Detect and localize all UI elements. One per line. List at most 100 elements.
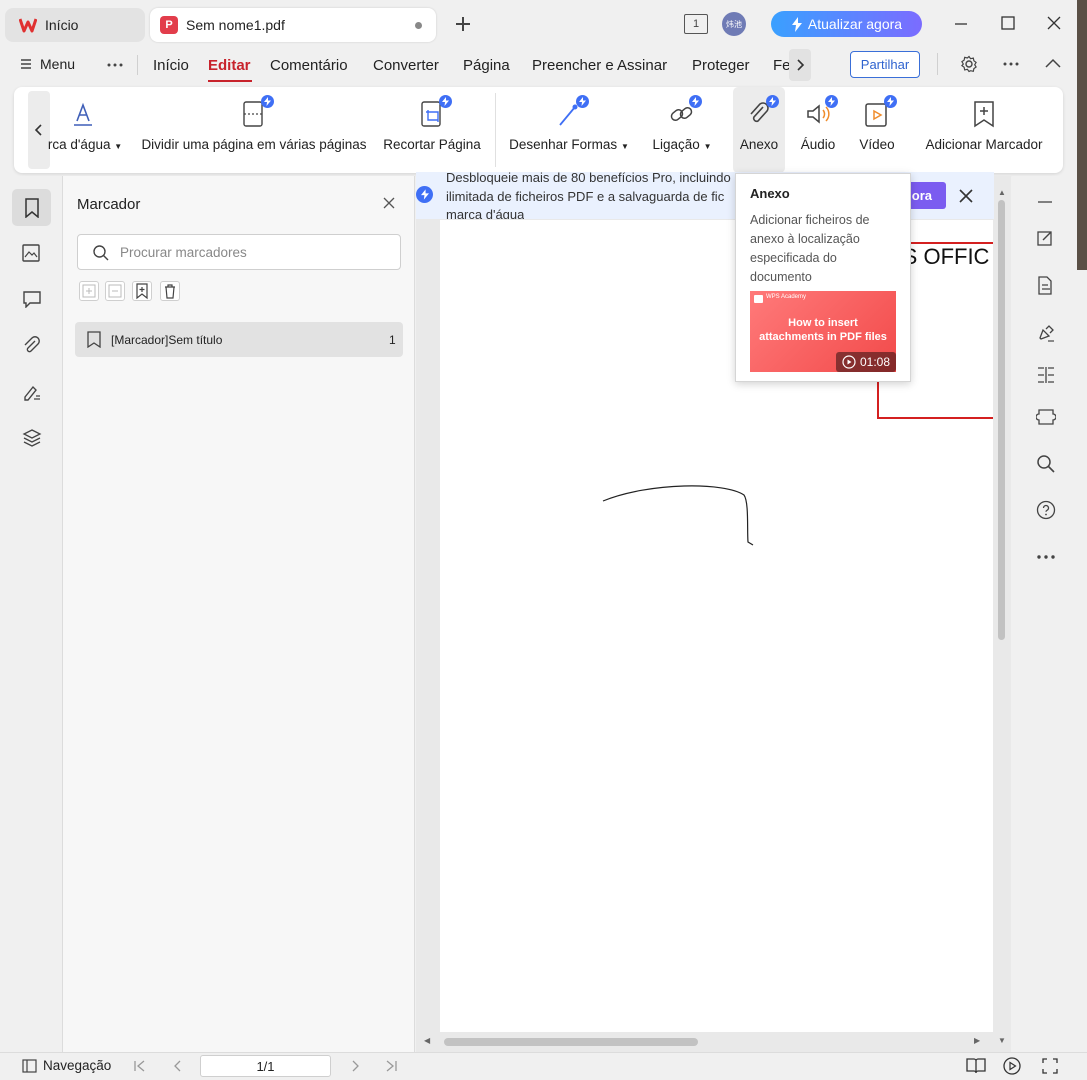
ribbon-watermark-button[interactable]: rca d'água ▼ (32, 87, 124, 173)
vertical-scrollbar[interactable]: ▲ ▼ (995, 188, 1009, 1048)
ribbon-video-button[interactable]: Vídeo (852, 87, 902, 173)
bookmarks-panel-button[interactable] (12, 189, 51, 226)
scroll-up-icon[interactable]: ▲ (998, 188, 1006, 197)
bookmark-panel (63, 176, 415, 1052)
bookmark-item-label: [Marcador]Sem título (111, 333, 223, 347)
horizontal-scrollbar[interactable]: ◀ ▶ (424, 1035, 992, 1049)
tooltip-title: Anexo (750, 186, 790, 201)
tab-document[interactable]: P Sem nome1.pdf (150, 8, 436, 42)
page-number-input[interactable]: 1/1 (200, 1055, 331, 1077)
scroll-down-icon[interactable]: ▼ (998, 1036, 1006, 1045)
scan-icon[interactable] (1036, 407, 1056, 427)
tab-ferramentas[interactable]: Fe (773, 57, 791, 74)
ribbon-toolbar: rca d'água ▼ Dividir uma página em vária… (14, 87, 1063, 173)
more-menu-icon[interactable] (106, 62, 124, 68)
close-panel-icon[interactable] (383, 197, 395, 209)
pro-badge-icon (689, 95, 702, 108)
banner-upgrade-label: ora (911, 188, 932, 203)
minimize-icon[interactable] (953, 16, 969, 32)
active-tab-indicator (208, 80, 252, 82)
horizontal-scroll-thumb[interactable] (444, 1038, 698, 1046)
collapse-ribbon-icon[interactable] (1044, 57, 1062, 69)
next-page-icon[interactable] (348, 1059, 362, 1073)
ribbon-audio-button[interactable]: Áudio (794, 87, 842, 173)
ribbon-draw-shapes-button[interactable]: Desenhar Formas ▼ (504, 87, 634, 173)
tab-home[interactable]: Início (5, 8, 145, 42)
tab-home-label: Início (45, 17, 79, 33)
tab-editar[interactable]: Editar (208, 57, 251, 74)
first-page-icon[interactable] (133, 1059, 147, 1073)
delete-bookmark-icon[interactable] (160, 281, 180, 301)
close-banner-icon[interactable] (959, 189, 973, 203)
video-icon (863, 95, 897, 129)
previous-page-icon[interactable] (171, 1059, 185, 1073)
search-icon[interactable] (1036, 454, 1056, 474)
more-options-icon[interactable] (1002, 61, 1020, 67)
collapse-all-icon[interactable] (105, 281, 125, 301)
hamburger-icon (20, 58, 32, 70)
expand-all-icon[interactable] (79, 281, 99, 301)
pro-badge-icon (261, 95, 274, 108)
ribbon-link-button[interactable]: Ligação ▼ (646, 87, 718, 173)
collapse-right-panel-icon[interactable] (1037, 194, 1053, 210)
search-icon (92, 244, 110, 262)
more-tools-icon[interactable] (1036, 554, 1056, 560)
tab-pagina[interactable]: Página (463, 57, 510, 74)
tab-proteger[interactable]: Proteger (692, 57, 750, 74)
ribbon-crop-page-button[interactable]: Recortar Página (380, 87, 484, 173)
bookmark-item[interactable]: [Marcador]Sem título 1 (75, 322, 403, 357)
window-count-icon[interactable]: 1 (684, 14, 708, 34)
right-tool-bar (1012, 176, 1087, 1052)
unsaved-dot-icon[interactable] (415, 22, 422, 29)
audio-icon (804, 95, 838, 129)
wps-logo-icon (19, 17, 37, 33)
pro-badge-icon (416, 186, 433, 203)
new-tab-icon[interactable] (453, 14, 473, 34)
reading-mode-icon[interactable] (966, 1057, 986, 1074)
navigation-button[interactable]: Navegação (22, 1058, 111, 1073)
menu-label: Menu (40, 56, 76, 72)
tab-inicio[interactable]: Início (153, 57, 189, 74)
thumbnails-icon[interactable] (22, 244, 40, 262)
tab-comentario[interactable]: Comentário (270, 57, 348, 74)
menu-button[interactable]: Menu (20, 56, 75, 72)
help-icon[interactable] (1036, 500, 1056, 520)
play-slideshow-icon[interactable] (1003, 1057, 1021, 1075)
avatar[interactable]: 炜池 (722, 12, 746, 36)
fullscreen-icon[interactable] (1042, 1058, 1058, 1074)
ribbon-audio-label: Áudio (800, 137, 836, 152)
close-window-icon[interactable] (1046, 15, 1062, 31)
vertical-scroll-thumb[interactable] (998, 200, 1005, 640)
signature-icon[interactable] (22, 382, 42, 402)
bookmark-search-input[interactable]: Procurar marcadores (77, 234, 401, 270)
sign-pen-icon[interactable] (1036, 323, 1056, 343)
edit-text-icon[interactable] (1036, 229, 1054, 247)
ribbon-add-bookmark-button[interactable]: Adicionar Marcador (920, 87, 1048, 173)
upgrade-label: Atualizar agora (807, 16, 903, 32)
crop-page-icon (418, 95, 452, 129)
settings-icon[interactable] (960, 55, 978, 73)
export-document-icon[interactable] (1036, 276, 1054, 296)
video-brand: WPS Academy (766, 294, 807, 300)
maximize-icon[interactable] (1000, 15, 1016, 31)
menu-scroll-right-button[interactable] (789, 49, 811, 81)
attachments-icon[interactable] (22, 336, 42, 356)
compare-icon[interactable] (1036, 366, 1056, 384)
dropdown-caret-icon: ▼ (703, 142, 712, 151)
tab-converter[interactable]: Converter (373, 57, 439, 74)
scroll-left-icon[interactable]: ◀ (424, 1036, 430, 1045)
tutorial-video-thumbnail[interactable]: WPS Academy How to insert attachments in… (750, 291, 896, 372)
ribbon-split-page-button[interactable]: Dividir uma página em várias páginas (138, 87, 370, 173)
paperclip-icon (745, 95, 779, 129)
pro-badge-icon (884, 95, 897, 108)
share-button[interactable]: Partilhar (850, 51, 920, 78)
scroll-right-icon[interactable]: ▶ (974, 1036, 980, 1045)
new-bookmark-icon[interactable] (132, 281, 152, 301)
ribbon-attachment-button[interactable]: Anexo (733, 87, 785, 173)
avatar-text: 炜池 (726, 19, 742, 29)
tab-preencher-assinar[interactable]: Preencher e Assinar (532, 57, 667, 74)
last-page-icon[interactable] (384, 1059, 398, 1073)
upgrade-button[interactable]: Atualizar agora (771, 11, 922, 37)
layers-icon[interactable] (22, 428, 42, 448)
comments-icon[interactable] (22, 290, 42, 308)
